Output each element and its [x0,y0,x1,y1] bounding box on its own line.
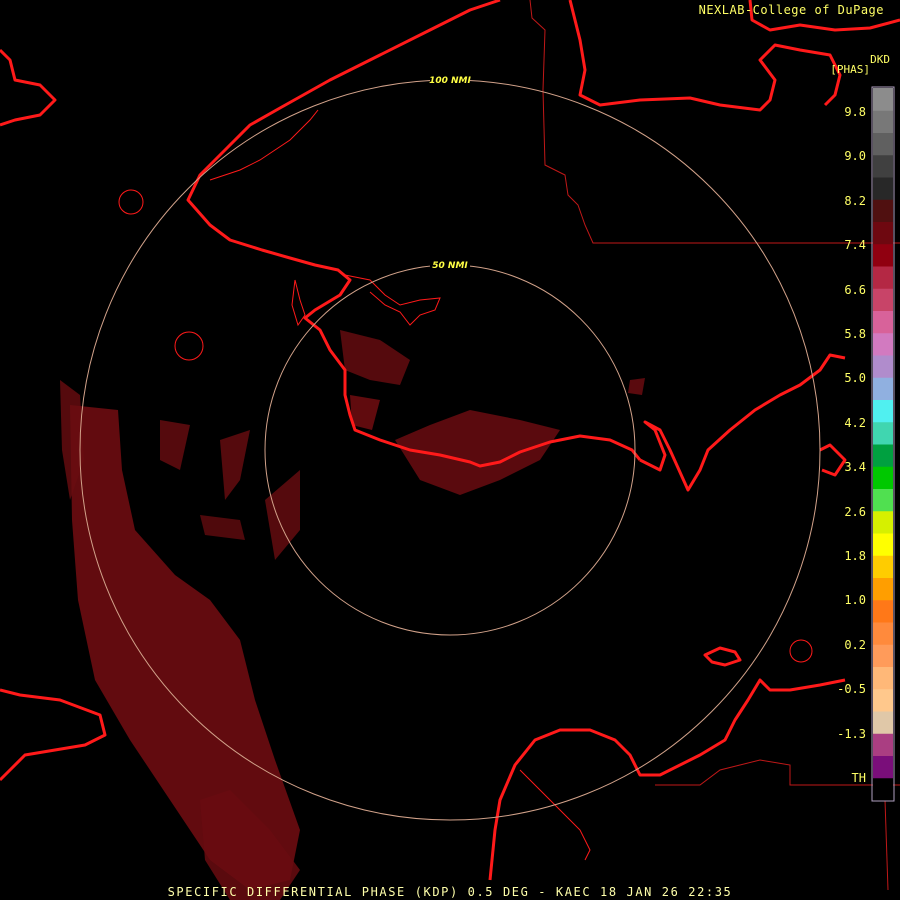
legend-tick-label: TH [851,771,866,785]
legend-tick-label: 5.8 [844,327,866,341]
lake-marker-3 [789,639,813,663]
legend-swatch [873,266,893,289]
legend-swatch [873,88,893,111]
echo-west-band [70,405,300,890]
legend-swatch [873,488,893,512]
legend-swatch [873,332,893,356]
bay-shore-north [344,274,441,326]
coast-southwest [0,688,107,782]
legend-swatch [873,199,893,222]
legend-tick-label: 5.0 [844,371,866,386]
units-label-short: DKD [870,53,890,66]
legend-swatch [873,622,893,645]
range-ring-label: 50 NMI [432,261,468,271]
coast-detail-nw [209,109,319,181]
legend-tick-label: 9.8 [844,105,866,119]
legend-swatch [873,666,893,690]
legend-swatch [873,221,893,245]
legend-tick-label: 4.2 [844,415,866,430]
legend-tick-label: 7.4 [844,238,866,253]
legend-swatch [873,711,893,734]
legend-swatch [873,533,893,556]
radar-map: 50 NMI 100 NMI [0,0,900,900]
echo-sw-mid [160,420,190,470]
legend-tick-label: 8.2 [844,193,866,208]
legend-tick-label: 3.4 [844,460,866,475]
legend-swatch [873,355,893,378]
echo-mid-west-3 [200,515,245,540]
echo-field [60,330,645,900]
echo-mid-west-2 [265,470,300,560]
legend-tick-label: -0.5 [837,682,866,697]
legend-swatch [873,288,893,311]
legend-swatch [873,243,893,267]
legend-swatch [873,444,893,467]
legend-swatch [873,399,893,423]
coast-southeast-lake [703,646,742,667]
legend-swatch [873,421,893,445]
legend-swatch [873,733,893,756]
legend-swatch [873,644,893,667]
legend-swatch [873,777,893,801]
echo-east-spot [628,378,645,395]
color-legend [871,86,895,802]
range-ring-label: 100 NMI [429,76,471,86]
legend-swatch [873,755,893,779]
legend-swatch [873,688,893,712]
echo-mid-west [220,430,250,500]
coast-detail-west [291,279,306,327]
lake-marker-1 [118,189,144,215]
border-east-edge [884,799,889,891]
coast-south-interior [519,769,591,861]
legend-swatch [873,310,893,334]
legend-swatch [873,110,893,133]
product-caption: SPECIFIC DIFFERENTIAL PHASE (KDP) 0.5 DE… [167,885,733,899]
legend-swatch [873,154,893,178]
legend-swatch [873,599,893,623]
legend-tick-label: -1.3 [837,726,866,741]
legend-swatch [873,577,893,601]
legend-swatch [873,555,893,578]
credit-text: NEXLAB-College of DuPage [698,3,884,17]
legend-tick-label: 0.2 [844,637,866,652]
legend-tick-label: 1.8 [844,549,866,563]
coast-east [639,353,846,492]
lake-marker-2 [174,331,204,361]
legend-tick-label: 1.0 [844,593,866,608]
legend-swatch [873,177,893,200]
coast-northwest [0,48,57,127]
legend-tick-label: 2.6 [844,504,866,519]
legend-swatch [873,377,893,400]
units-label-long: [PHAS] [830,63,870,76]
legend-swatch [873,132,893,156]
legend-swatch [873,510,893,534]
legend-tick-label: 9.0 [844,149,866,164]
echo-north [340,330,410,385]
coast-main [186,0,642,468]
legend-swatch [873,466,893,489]
legend-tick-label: 6.6 [844,282,866,297]
coast-south [488,678,846,881]
